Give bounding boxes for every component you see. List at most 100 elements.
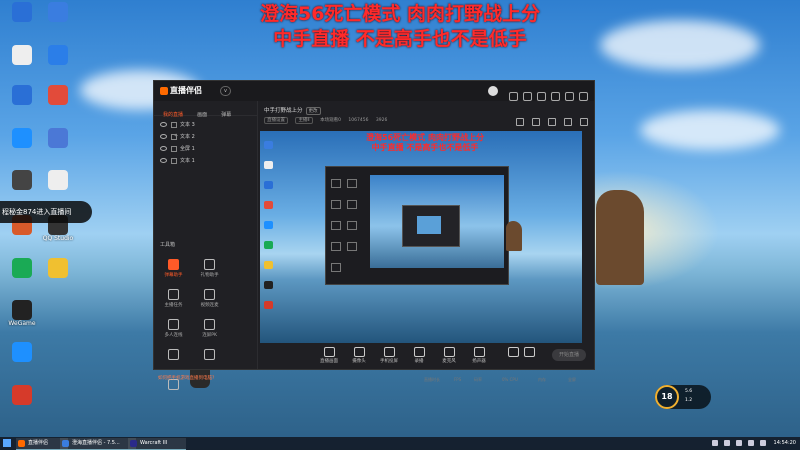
source-item[interactable]: 全屏 1 <box>154 143 257 155</box>
taskbar-item[interactable]: 澄海直播伴侣 - 7.5... <box>60 438 136 450</box>
tray-icon[interactable] <box>723 439 730 446</box>
desktop-icon[interactable] <box>40 128 76 148</box>
app-icon <box>48 170 68 190</box>
mail-icon[interactable] <box>523 92 532 101</box>
close-icon[interactable] <box>579 92 588 101</box>
preview-rock <box>506 221 522 251</box>
tool-danmaku-assistant[interactable]: 弹幕助手 <box>158 256 189 286</box>
eye-icon[interactable] <box>160 134 167 139</box>
source-label: 文本 1 <box>180 158 195 164</box>
desktop-icon[interactable] <box>4 45 40 65</box>
eye-icon[interactable] <box>160 122 167 127</box>
ime-icon[interactable] <box>759 439 766 446</box>
level-circle: 18 <box>655 385 679 409</box>
anchor-level-chip[interactable]: 主播Ⅱ <box>295 117 313 124</box>
tray-icon[interactable] <box>711 439 718 446</box>
phone-cast-button[interactable]: 手机投屏 <box>374 345 404 364</box>
source-list: 文本 3 文本 2 全屏 1 文本 1 <box>154 116 257 167</box>
source-label: 全屏 1 <box>180 146 195 152</box>
tool-extra-1[interactable] <box>158 346 189 376</box>
desktop-icon[interactable] <box>40 258 76 278</box>
desktop-icon[interactable] <box>40 45 76 65</box>
room-actions <box>508 111 588 130</box>
tool-gift-assistant[interactable]: 礼物助手 <box>194 256 225 286</box>
toolbar-label: 摄像头 <box>352 359 366 364</box>
tool-pk[interactable]: 连屏PK <box>194 316 225 346</box>
taskbar-item-label: 澄海直播伴侣 - 7.5... <box>72 440 120 446</box>
status-cpu: 0% CPU <box>502 377 518 382</box>
status-fps: FPS <box>454 377 462 382</box>
eye-icon[interactable] <box>160 158 167 163</box>
source-item[interactable]: 文本 2 <box>154 131 257 143</box>
desktop-icon[interactable] <box>4 2 40 22</box>
desktop-icon[interactable] <box>40 2 76 22</box>
taskbar-item[interactable]: Warcraft III <box>128 438 186 450</box>
settings-button[interactable] <box>514 345 544 358</box>
checkbox-icon[interactable] <box>171 121 177 128</box>
microphone-button[interactable]: 麦克风 <box>434 345 464 364</box>
checkbox-icon[interactable] <box>171 145 177 152</box>
live-preview[interactable]: 澄海56死亡模式 肉肉打野战上分 中手直播 不是高手也不是低手 <box>260 131 582 343</box>
tool-video-link[interactable]: 视频连麦 <box>194 286 225 316</box>
desktop-icon[interactable] <box>4 170 40 190</box>
tool-streamer-tasks[interactable]: 主播任务 <box>158 286 189 316</box>
avatar[interactable] <box>488 86 498 96</box>
checkbox-icon[interactable] <box>171 133 177 140</box>
multi-user-icon <box>168 319 179 330</box>
preview-desktop-icon <box>264 201 273 209</box>
desktop-icon[interactable] <box>40 85 76 105</box>
bell-icon[interactable] <box>564 118 572 126</box>
record-button[interactable]: 录播 <box>404 345 434 364</box>
checkbox-icon[interactable] <box>171 157 177 164</box>
tool-extra-2[interactable] <box>194 346 225 376</box>
live-settings-chip[interactable]: 直播设置 <box>264 117 288 124</box>
desktop-icon[interactable] <box>40 170 76 190</box>
app-logo-icon <box>160 86 168 95</box>
monitor-icon <box>323 347 335 357</box>
nested-app-window <box>402 205 460 247</box>
shop-icon[interactable] <box>516 118 524 126</box>
camera-button[interactable]: 摄像头 <box>344 345 374 364</box>
screen-capture-button[interactable]: 直播画面 <box>314 345 344 364</box>
desktop-icon[interactable] <box>4 128 40 148</box>
help-notice-link[interactable]: 如何把手机游戏直播到电脑? <box>158 375 214 381</box>
message-icon[interactable] <box>509 92 518 101</box>
status-fullscreen[interactable]: 全屏 <box>568 377 576 383</box>
minimize-icon[interactable] <box>551 92 560 101</box>
calendar-icon[interactable] <box>548 118 556 126</box>
toolbar-label: 扬声器 <box>472 359 486 364</box>
volume-icon[interactable] <box>747 439 754 446</box>
tool-multi-link[interactable]: 多人连线 <box>158 316 189 346</box>
preview-toolbar: 直播画面 摄像头 手机投屏 录播 麦克风 扬声器 开始直播 <box>258 345 594 369</box>
help-icon[interactable] <box>537 92 546 101</box>
network-icon[interactable] <box>735 439 742 446</box>
status-memory: 内存 <box>538 377 546 382</box>
toolbar-label: 手机投屏 <box>380 359 398 364</box>
preview-desktop-icon <box>264 241 273 249</box>
maximize-icon[interactable] <box>565 92 574 101</box>
camera-icon <box>353 347 365 357</box>
scene-tabs: 我的直播 画面 弹幕 + <box>154 101 257 139</box>
source-item[interactable]: 文本 1 <box>154 155 257 167</box>
preview-overlay-line1: 澄海56死亡模式 肉肉打野战上分 <box>366 133 484 142</box>
clock[interactable]: 14:54:20 <box>774 440 796 446</box>
windows-start-icon[interactable] <box>3 439 11 447</box>
desktop-icon[interactable]: WeGame <box>4 300 40 327</box>
lock-icon[interactable] <box>532 118 540 126</box>
badge-stat-2: 1.2 <box>685 398 693 403</box>
edit-title-button[interactable]: 更改 <box>305 107 321 115</box>
video-link-icon <box>204 289 216 300</box>
toolbox-title: 工具箱 <box>160 242 176 248</box>
eye-icon[interactable] <box>160 146 167 151</box>
desktop-icon[interactable] <box>4 85 40 105</box>
speaker-button[interactable]: 扬声器 <box>464 345 494 364</box>
go-live-button[interactable]: 开始直播 <box>552 349 586 361</box>
app-titlebar[interactable]: 直播伴侣 v <box>154 81 594 101</box>
desktop-icon[interactable] <box>4 385 40 405</box>
share-icon[interactable] <box>580 118 588 126</box>
app-icon <box>12 170 32 190</box>
desktop-icon[interactable] <box>4 258 40 278</box>
tab-scene[interactable]: 画面 <box>197 108 207 122</box>
tab-danmaku[interactable]: 弹幕 <box>221 108 231 122</box>
desktop-icon[interactable] <box>4 342 40 362</box>
